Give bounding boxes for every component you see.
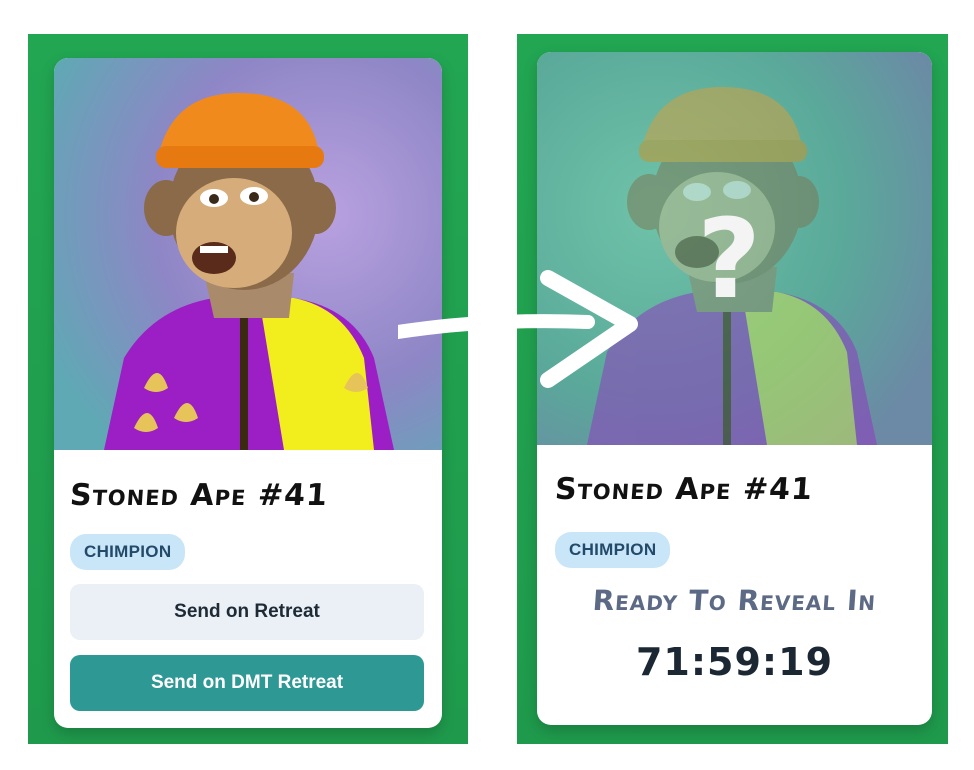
ape-artwork-hidden: ? <box>537 52 932 445</box>
rank-badge: CHIMPION <box>70 534 186 570</box>
ape-artwork <box>54 58 442 450</box>
nft-card: Stoned Ape #41 CHIMPION Send on Retreat … <box>54 58 442 728</box>
nft-card-revealing: ? Stoned Ape #41 CHIMPION Ready To Revea… <box>537 52 932 725</box>
rank-badge: CHIMPION <box>555 532 671 568</box>
send-on-dmt-retreat-button[interactable]: Send on DMT Retreat <box>70 655 424 711</box>
right-panel: ? Stoned Ape #41 CHIMPION Ready To Revea… <box>517 34 948 744</box>
left-panel: Stoned Ape #41 CHIMPION Send on Retreat … <box>28 34 468 744</box>
nft-title: Stoned Ape #41 <box>553 472 815 507</box>
question-mark-icon: ? <box>697 195 761 323</box>
reveal-countdown-label: Ready To Reveal In <box>591 584 878 617</box>
send-on-retreat-button[interactable]: Send on Retreat <box>70 584 424 640</box>
nft-title: Stoned Ape #41 <box>68 478 330 513</box>
reveal-countdown-timer: 71:59:19 <box>635 640 834 684</box>
